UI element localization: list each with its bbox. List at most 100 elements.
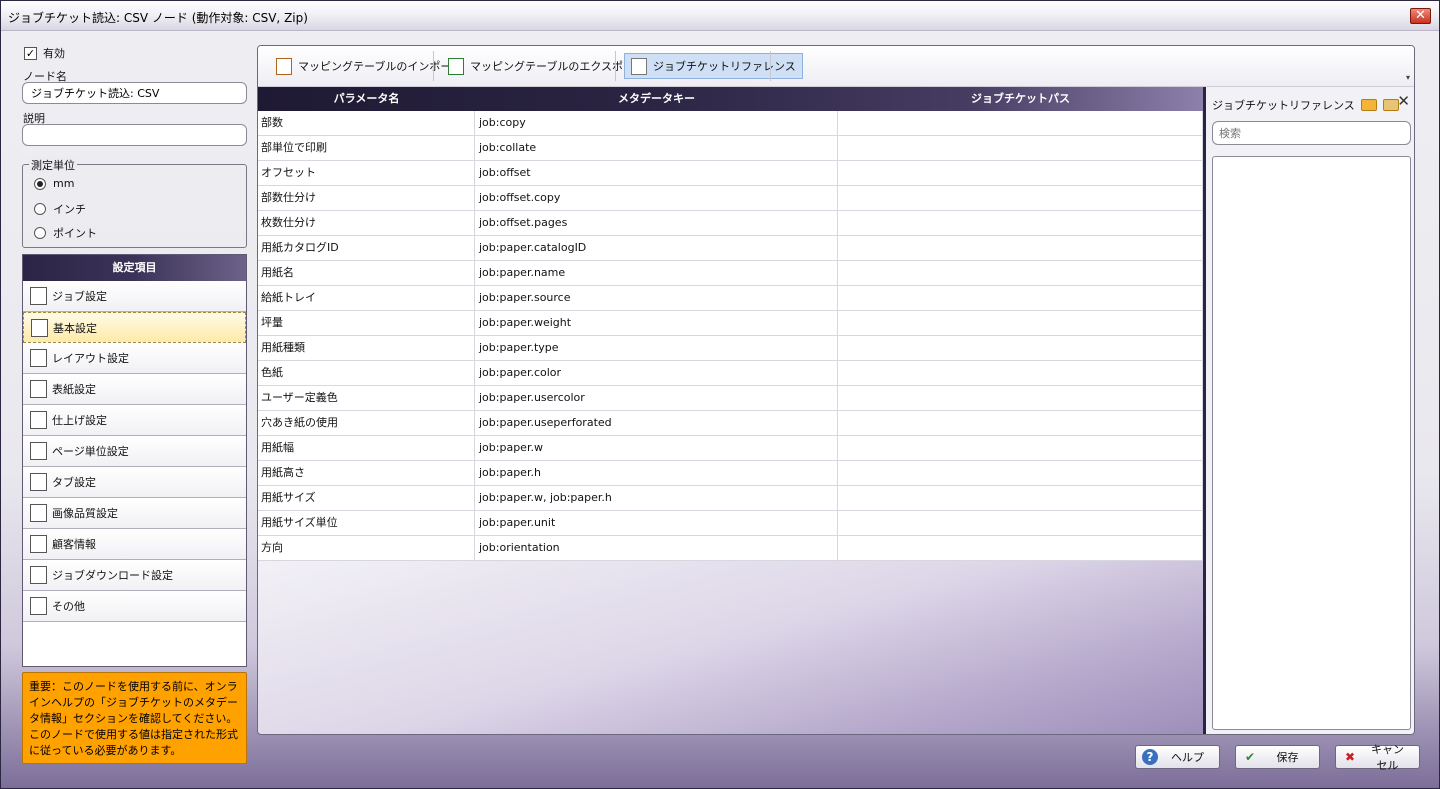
unit-option-mm[interactable]: mm (34, 177, 74, 190)
unit-label: mm (53, 177, 75, 190)
settings-item-label: 基本設定 (53, 321, 97, 335)
table-row[interactable]: 用紙カタログID job:paper.catalogID (258, 236, 1203, 261)
cell-jobticket-path[interactable] (838, 136, 1203, 160)
cell-jobticket-path[interactable] (838, 286, 1203, 310)
cell-jobticket-path[interactable] (838, 361, 1203, 385)
download-icon (30, 566, 47, 584)
table-row[interactable]: オフセット job:offset (258, 161, 1203, 186)
cell-jobticket-path[interactable] (838, 186, 1203, 210)
cell-metadata-key: job:paper.source (475, 286, 838, 310)
unit-group-label: 測定単位 (29, 157, 77, 173)
settings-item[interactable]: 画像品質設定 (23, 498, 246, 529)
reference-tree[interactable] (1212, 156, 1411, 730)
table-row[interactable]: 用紙幅 job:paper.w (258, 436, 1203, 461)
description-input[interactable] (22, 124, 247, 146)
enabled-label: 有効 (43, 47, 65, 60)
settings-item[interactable]: 仕上げ設定 (23, 405, 246, 436)
column-header-parameter[interactable]: パラメータ名 (258, 87, 475, 111)
unit-option-inch[interactable]: インチ (34, 201, 86, 217)
unit-label: インチ (53, 203, 86, 216)
cancel-button[interactable]: ✖ キャンセル (1335, 743, 1420, 772)
table-row[interactable]: 穴あき紙の使用 job:paper.useperforated (258, 411, 1203, 436)
table-row[interactable]: 用紙名 job:paper.name (258, 261, 1203, 286)
table-row[interactable]: 方向 job:orientation (258, 536, 1203, 561)
table-row[interactable]: 色紙 job:paper.color (258, 361, 1203, 386)
cell-jobticket-path[interactable] (838, 386, 1203, 410)
import-icon (276, 57, 292, 75)
toolbar-separator (615, 51, 616, 81)
cell-jobticket-path[interactable] (838, 461, 1203, 485)
cell-jobticket-path[interactable] (838, 436, 1203, 460)
list-icon (31, 318, 48, 337)
side-panel-header: ジョブチケットリファレンス (1212, 97, 1399, 113)
table-row[interactable]: 部数仕分け job:offset.copy (258, 186, 1203, 211)
radio-point[interactable] (34, 227, 46, 239)
cell-metadata-key: job:paper.unit (475, 511, 838, 535)
cell-parameter: ユーザー定義色 (258, 386, 475, 410)
radio-inch[interactable] (34, 203, 46, 215)
table-row[interactable]: 坪量 job:paper.weight (258, 311, 1203, 336)
settings-item[interactable]: ジョブダウンロード設定 (23, 560, 246, 591)
import-mapping-button[interactable]: マッピングテーブルのインポート (270, 53, 468, 79)
cell-jobticket-path[interactable] (838, 111, 1203, 135)
cell-metadata-key: job:paper.weight (475, 311, 838, 335)
table-row[interactable]: 用紙種類 job:paper.type (258, 336, 1203, 361)
cell-jobticket-path[interactable] (838, 261, 1203, 285)
dialog-window: ジョブチケット読込: CSV ノード (動作対象: CSV, Zip) ✕ ✓ … (0, 0, 1440, 789)
table-row[interactable]: ユーザー定義色 job:paper.usercolor (258, 386, 1203, 411)
export-mapping-button[interactable]: マッピングテーブルのエクスポート (442, 53, 651, 79)
cell-metadata-key: job:offset (475, 161, 838, 185)
table-row[interactable]: 部数 job:copy (258, 111, 1203, 136)
cell-metadata-key: job:paper.name (475, 261, 838, 285)
table-row[interactable]: 用紙サイズ単位 job:paper.unit (258, 511, 1203, 536)
export-icon (448, 57, 464, 75)
enabled-row[interactable]: ✓ 有効 (24, 45, 65, 61)
reference-search-input[interactable] (1212, 121, 1411, 145)
settings-item[interactable]: 表紙設定 (23, 374, 246, 405)
settings-item[interactable]: レイアウト設定 (23, 343, 246, 374)
cancel-label: キャンセル (1371, 743, 1404, 772)
side-panel-close-icon[interactable]: ✕ (1397, 92, 1410, 110)
toolbar-separator (433, 51, 434, 81)
table-row[interactable]: 用紙サイズ job:paper.w, job:paper.h (258, 486, 1203, 511)
reference-panel-icon (631, 57, 647, 75)
settings-item[interactable]: 基本設定 (23, 312, 246, 343)
settings-item[interactable]: その他 (23, 591, 246, 622)
folder-delete-icon[interactable] (1382, 99, 1399, 111)
column-header-jobticket-path[interactable]: ジョブチケットパス (838, 87, 1203, 111)
cover-icon (30, 380, 47, 398)
unit-option-point[interactable]: ポイント (34, 225, 97, 241)
open-folder-icon[interactable] (1360, 99, 1377, 111)
enabled-checkbox[interactable]: ✓ (24, 46, 37, 60)
settings-item[interactable]: ジョブ設定 (23, 281, 246, 312)
cell-jobticket-path[interactable] (838, 236, 1203, 260)
settings-item[interactable]: 顧客情報 (23, 529, 246, 560)
cell-jobticket-path[interactable] (838, 511, 1203, 535)
settings-item[interactable]: タブ設定 (23, 467, 246, 498)
window-title: ジョブチケット読込: CSV ノード (動作対象: CSV, Zip) (8, 11, 308, 25)
cell-jobticket-path[interactable] (838, 486, 1203, 510)
jobticket-reference-button[interactable]: ジョブチケットリファレンス (624, 53, 803, 79)
settings-item-label: 画像品質設定 (52, 507, 118, 520)
cell-jobticket-path[interactable] (838, 536, 1203, 560)
save-button[interactable]: ✔ 保存 (1235, 745, 1320, 769)
table-row[interactable]: 給紙トレイ job:paper.source (258, 286, 1203, 311)
table-row[interactable]: 用紙高さ job:paper.h (258, 461, 1203, 486)
toolbar-overflow-icon[interactable]: ▾ (1406, 73, 1410, 82)
node-name-input[interactable] (22, 82, 247, 104)
column-header-metadata-key[interactable]: メタデータキー (475, 87, 838, 111)
table-row[interactable]: 枚数仕分け job:offset.pages (258, 211, 1203, 236)
table-row[interactable]: 部単位で印刷 job:collate (258, 136, 1203, 161)
help-button[interactable]: ? ヘルプ (1135, 745, 1220, 769)
cell-parameter: 用紙幅 (258, 436, 475, 460)
finishing-icon (30, 411, 47, 429)
cell-jobticket-path[interactable] (838, 211, 1203, 235)
cell-jobticket-path[interactable] (838, 161, 1203, 185)
settings-item[interactable]: ページ単位設定 (23, 436, 246, 467)
cell-jobticket-path[interactable] (838, 336, 1203, 360)
close-window-button[interactable]: ✕ (1410, 8, 1431, 24)
radio-mm[interactable] (34, 177, 46, 190)
cell-jobticket-path[interactable] (838, 411, 1203, 435)
cell-jobticket-path[interactable] (838, 311, 1203, 335)
side-panel-title: ジョブチケットリファレンス (1212, 99, 1355, 112)
